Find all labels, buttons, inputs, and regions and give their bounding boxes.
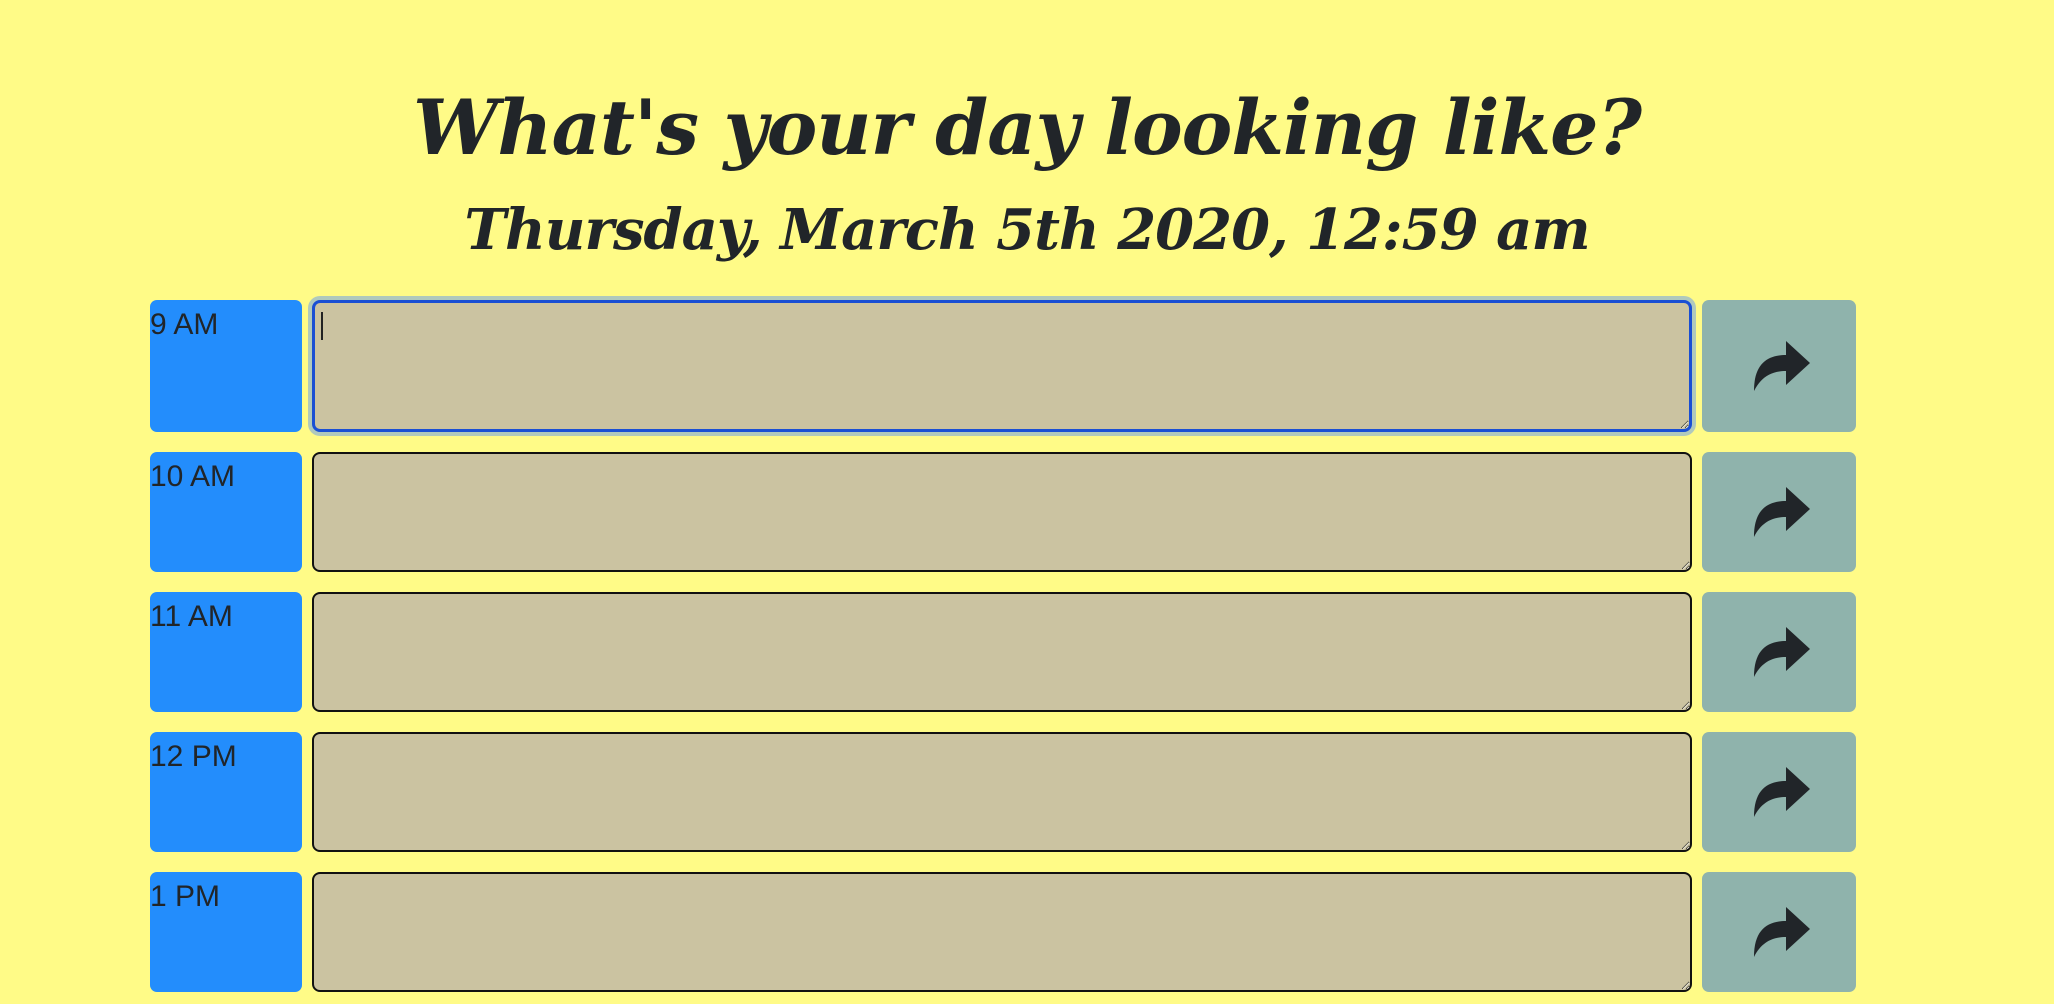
save-button[interactable] [1702, 592, 1856, 712]
time-block-row: 9 AM [150, 300, 1856, 432]
hour-label: 11 AM [150, 592, 302, 712]
task-input[interactable] [312, 592, 1692, 712]
save-button[interactable] [1702, 452, 1856, 572]
save-button[interactable] [1702, 872, 1856, 992]
hour-label: 1 PM [150, 872, 302, 992]
share-arrow-icon [1744, 761, 1814, 824]
share-arrow-icon [1744, 621, 1814, 684]
hour-label: 10 AM [150, 452, 302, 572]
share-arrow-icon [1744, 335, 1814, 398]
save-button[interactable] [1702, 732, 1856, 852]
hour-label: 9 AM [150, 300, 302, 432]
save-button[interactable] [1702, 300, 1856, 432]
page-title: What's your day looking like? [412, 83, 1642, 172]
hour-label: 12 PM [150, 732, 302, 852]
task-input[interactable] [312, 872, 1692, 992]
text-cursor [321, 312, 323, 340]
planner-page: What's your day looking like? Thursday, … [0, 0, 2054, 1004]
time-block-row: 11 AM [150, 592, 1856, 712]
task-input[interactable] [312, 732, 1692, 852]
share-arrow-icon [1744, 901, 1814, 964]
current-datetime: Thursday, March 5th 2020, 12:59 am [464, 197, 1590, 263]
time-block-row: 1 PM [150, 872, 1856, 992]
time-block-row: 10 AM [150, 452, 1856, 572]
schedule-rows: 9 AM 10 AM 11 AM 12 PM 1 PM [150, 300, 1856, 1004]
time-block-row: 12 PM [150, 732, 1856, 852]
task-input[interactable] [312, 300, 1692, 432]
share-arrow-icon [1744, 481, 1814, 544]
task-input[interactable] [312, 452, 1692, 572]
